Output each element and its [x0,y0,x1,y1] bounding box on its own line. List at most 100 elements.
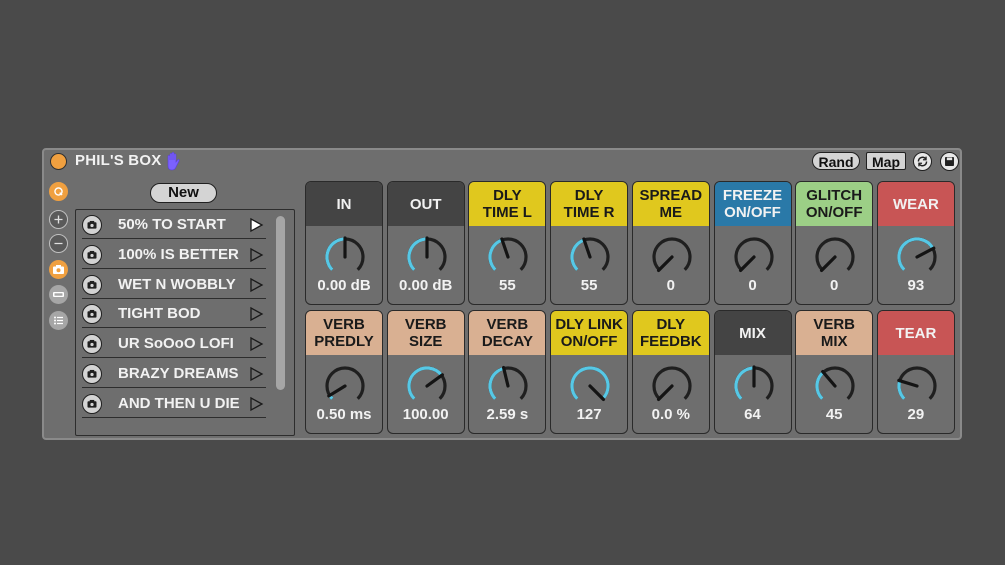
knob-header: GLITCH ON/OFF [796,182,873,226]
rand-button[interactable]: Rand [812,152,860,170]
play-icon[interactable] [248,306,264,322]
power-icon[interactable] [50,153,67,170]
preset-label: UR SoOoO LOFI [118,335,234,353]
preset-camera-icon[interactable] [82,393,102,414]
knob-label: DLY LINK ON/OFF [555,316,623,350]
knob-glitch-on-off[interactable]: GLITCH ON/OFF 0 [795,181,874,305]
preset-row[interactable]: UR SoOoO LOFI [82,329,266,359]
preset-row[interactable]: BRAZY DREAMS [82,359,266,388]
preset-camera-icon[interactable] [82,244,102,265]
knob-header: WEAR [877,182,954,226]
knob-dial[interactable] [402,232,452,282]
knob-dial[interactable] [810,361,860,411]
knob-value: 29 [907,406,925,423]
knob-verb-size[interactable]: VERB SIZE 100.00 [386,310,465,434]
knob-dial[interactable] [320,232,370,282]
knob-header: VERB PREDLY [306,311,382,355]
preset-label: 100% IS BETTER [118,245,239,263]
preset-mode-icon[interactable] [49,182,68,201]
knob-dly-link-on-off[interactable]: DLY LINK ON/OFF 127 [550,310,629,434]
preset-camera-icon[interactable] [82,304,102,325]
knob-label: WEAR [892,195,939,213]
knob-mix[interactable]: MIX 64 [713,310,792,434]
knob-dial[interactable] [892,232,942,282]
knob-dial[interactable] [810,232,860,282]
knob-label: GLITCH ON/OFF [805,187,863,221]
knob-verb-predly[interactable]: VERB PREDLY 0.50 ms [305,310,383,434]
knob-label: VERB SIZE [404,316,447,350]
preset-row[interactable]: 50% TO START [82,210,266,239]
knob-dial[interactable] [565,232,615,282]
preset-camera-icon[interactable] [82,334,102,355]
preset-label: TIGHT BOD [118,305,201,323]
save-icon[interactable] [940,152,959,171]
preset-label: BRAZY DREAMS [118,365,239,382]
preset-list: 50% TO START 100% IS BETTER WET N WOBBLY TI… [75,209,295,436]
knob-value: 93 [907,277,925,294]
play-icon[interactable] [248,396,264,412]
knob-dly-feedbk[interactable]: DLY FEEDBK 0.0 % [631,310,710,434]
preset-camera-icon[interactable] [82,215,102,235]
preset-row[interactable]: AND THEN U DIE [82,389,266,418]
knob-dly-time-r[interactable]: DLY TIME R 55 [550,181,629,305]
knob-header: FREEZE ON/OFF [714,182,791,226]
knob-label: MIX [739,324,766,342]
preset-label: 50% TO START [118,216,226,233]
camera-icon[interactable] [49,260,68,279]
knob-out[interactable]: OUT 0.00 dB [386,181,465,305]
knob-value: 127 [576,406,602,423]
preset-row[interactable]: 100% IS BETTER [82,240,266,269]
knob-spread-me[interactable]: SPREAD ME 0 [631,181,710,305]
knob-dial[interactable] [729,232,779,282]
knob-dial[interactable] [647,361,697,411]
knob-header: TEAR [877,311,954,355]
knob-dial[interactable] [402,361,452,411]
preset-camera-icon[interactable] [82,364,102,384]
preset-row[interactable]: WET N WOBBLY [82,270,266,299]
remove-preset-icon[interactable] [49,234,68,253]
play-icon[interactable] [248,217,264,233]
knob-dial[interactable] [565,361,615,411]
knob-header: DLY TIME R [551,182,628,226]
device-title: PHIL'S BOX [75,152,162,169]
play-icon[interactable] [248,336,264,352]
knob-value: 2.59 s [486,406,529,423]
play-icon[interactable] [248,277,264,293]
preset-camera-icon[interactable] [82,274,102,295]
knob-header: DLY LINK ON/OFF [551,311,628,355]
knob-tear[interactable]: TEAR 29 [876,310,955,434]
knob-wear[interactable]: WEAR 93 [876,181,955,305]
knob-dial[interactable] [892,361,942,411]
play-icon[interactable] [248,247,264,263]
knob-verb-decay[interactable]: VERB DECAY 2.59 s [468,310,547,434]
knob-dial[interactable] [647,232,697,282]
new-preset-button[interactable]: New [150,183,217,203]
preset-scrollbar[interactable] [276,216,285,390]
knob-value: 100.00 [402,406,449,423]
list-icon[interactable] [49,311,68,330]
knob-dial[interactable] [483,232,533,282]
preset-label: AND THEN U DIE [118,394,240,412]
knob-header: VERB DECAY [469,311,546,355]
knob-in[interactable]: IN 0.00 dB [305,181,383,305]
knob-verb-mix[interactable]: VERB MIX 45 [795,310,874,434]
knob-header: DLY TIME L [469,182,546,226]
knob-label: VERB PREDLY [314,316,374,350]
bar-icon[interactable] [49,285,68,304]
knob-dial[interactable] [729,361,779,411]
knob-header: DLY FEEDBK [632,311,709,355]
play-icon[interactable] [248,366,264,382]
knob-dial[interactable] [483,361,533,411]
knob-freeze-on-off[interactable]: FREEZE ON/OFF 0 [713,181,792,305]
add-preset-icon[interactable] [49,210,68,229]
knob-dly-time-l[interactable]: DLY TIME L 55 [468,181,547,305]
knob-value: 55 [580,277,598,294]
knob-header: IN [306,182,382,226]
knob-dial[interactable] [320,361,370,411]
map-button[interactable]: Map [866,152,906,170]
knob-label: DLY TIME R [563,187,615,221]
preset-row[interactable]: TIGHT BOD [82,299,266,329]
sync-icon[interactable] [913,152,932,171]
knob-value: 0.00 dB [399,277,453,294]
knob-label: DLY FEEDBK [639,316,702,350]
